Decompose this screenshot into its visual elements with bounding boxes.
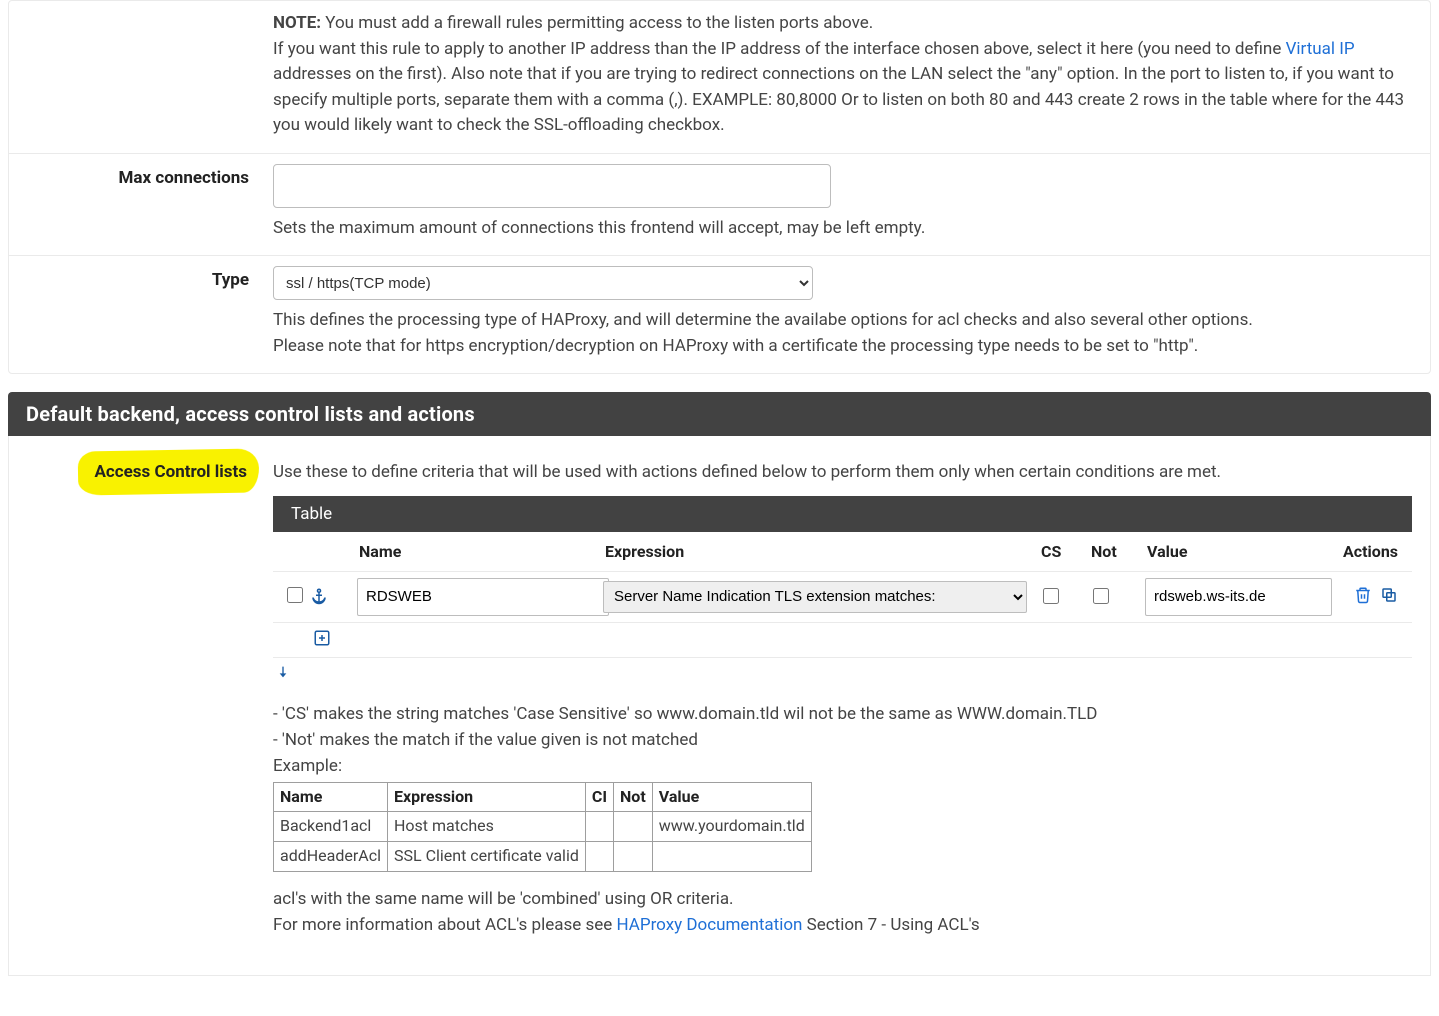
note-line1b: addresses on the first). Also note that … (273, 64, 1404, 135)
listen-note-text: NOTE: You must add a firewall rules perm… (273, 11, 1412, 139)
acl-name-input[interactable] (357, 578, 609, 616)
type-select[interactable]: ssl / https(TCP mode) (273, 266, 813, 300)
acl-header-expression: Expression (597, 532, 1033, 572)
acl-not-checkbox[interactable] (1093, 588, 1109, 604)
acl-row: Server Name Indication TLS extension mat… (273, 571, 1412, 622)
note-lead: NOTE: (273, 13, 321, 33)
anchor-icon[interactable] (310, 587, 328, 609)
note-line1a: If you want this rule to apply to anothe… (273, 39, 1286, 59)
acl-add-row (273, 622, 1412, 657)
acl-header-cs: CS (1033, 532, 1083, 572)
acl-post2a: For more information about ACL's please … (273, 915, 617, 935)
ex-h-ci: CI (585, 782, 613, 812)
reorder-arrow-icon[interactable] (273, 658, 1412, 687)
max-connections-label: Max connections (9, 164, 273, 188)
virtual-ip-link[interactable]: Virtual IP (1286, 39, 1355, 59)
acl-table: Name Expression CS Not Value Actions (273, 532, 1412, 658)
acl-example-table: Name Expression CI Not Value Backend1acl… (273, 782, 812, 872)
acl-intro: Use these to define criteria that will b… (273, 460, 1412, 486)
acl-header-value: Value (1139, 532, 1320, 572)
max-connections-input[interactable] (273, 164, 831, 208)
add-row-icon[interactable] (313, 629, 331, 651)
acl-post1: acl's with the same name will be 'combin… (273, 886, 1412, 912)
acl-label: Access Control lists (92, 460, 249, 484)
haproxy-docs-link[interactable]: HAProxy Documentation (617, 915, 803, 935)
listen-note-label (9, 11, 273, 15)
acl-row-select-checkbox[interactable] (287, 587, 303, 603)
note-line0: You must add a firewall rules permitting… (325, 13, 873, 33)
acl-header-row: Name Expression CS Not Value Actions (273, 532, 1412, 572)
acl-note-cs: - 'CS' makes the string matches 'Case Se… (273, 701, 1412, 727)
acl-post2b: Section 7 - Using ACL's (802, 915, 979, 935)
ex-h-val: Value (652, 782, 811, 812)
ex-h-expr: Expression (387, 782, 585, 812)
copy-icon[interactable] (1380, 586, 1398, 608)
acl-expression-select[interactable]: Server Name Indication TLS extension mat… (603, 581, 1027, 613)
ex-row-2: addHeaderAcl SSL Client certificate vali… (274, 842, 812, 872)
acl-header-actions: Actions (1320, 532, 1412, 572)
acl-header-not: Not (1083, 532, 1139, 572)
acl-value-input[interactable] (1145, 578, 1332, 616)
ex-h-name: Name (274, 782, 388, 812)
type-help2: Please note that for https encryption/de… (273, 336, 1198, 356)
ex-row-1: Backend1acl Host matches www.yourdomain.… (274, 812, 812, 842)
acl-table-title: Table (273, 496, 1412, 532)
max-connections-help: Sets the maximum amount of connections t… (273, 216, 1412, 242)
trash-icon[interactable] (1354, 586, 1372, 608)
section-header: Default backend, access control lists an… (8, 392, 1431, 436)
type-label: Type (9, 266, 273, 290)
ex-h-not: Not (614, 782, 653, 812)
type-help1: This defines the processing type of HAPr… (273, 310, 1253, 330)
acl-header-name: Name (351, 532, 597, 572)
acl-example-label: Example: (273, 753, 1412, 779)
acl-cs-checkbox[interactable] (1043, 588, 1059, 604)
acl-note-not: - 'Not' makes the match if the value giv… (273, 727, 1412, 753)
